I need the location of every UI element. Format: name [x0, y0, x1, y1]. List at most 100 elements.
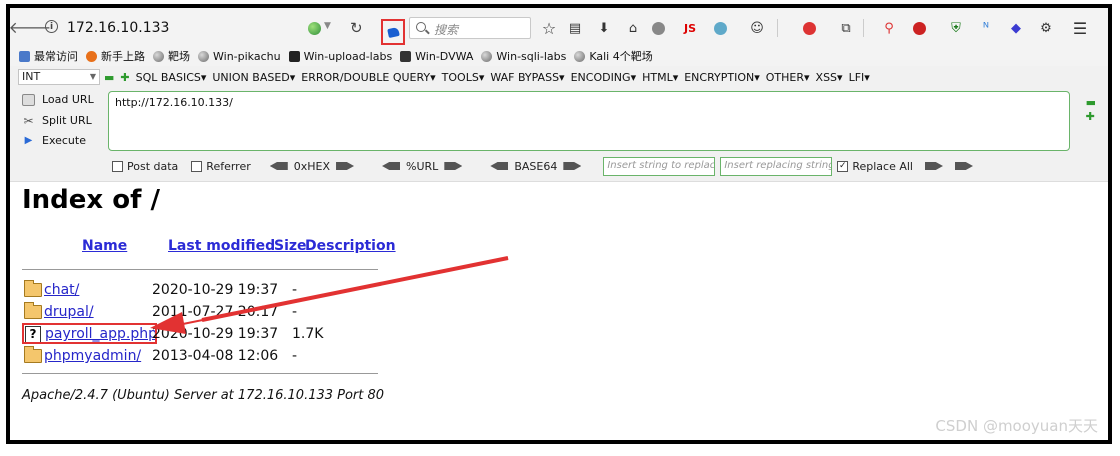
bookmark-item[interactable]: Win-upload-labs	[288, 50, 392, 63]
column-header-description[interactable]: Description	[305, 238, 396, 254]
menu-waf-bypass[interactable]: WAF BYPASS▾	[490, 71, 564, 84]
hackbar-menu-bar: ▬ ✚ SQL BASICS▾ UNION BASED▾ ERROR/DOUBL…	[104, 69, 876, 85]
sql-type-select[interactable]: INT ▼	[18, 69, 100, 85]
reader-list-icon[interactable]: ▤	[567, 20, 583, 36]
hex-encoder: 0xHEX	[264, 160, 360, 173]
wappalyzer-icon[interactable]: ᴺ	[978, 20, 994, 36]
menu-xss[interactable]: XSS▾	[816, 71, 843, 84]
encode-left-arrow-icon[interactable]	[382, 162, 401, 170]
menu-icon[interactable]: ☰	[1072, 19, 1088, 38]
checkbox-checked-icon: ✓	[837, 160, 849, 172]
adblock-icon[interactable]	[911, 20, 927, 36]
encode-left-arrow-icon[interactable]	[490, 162, 509, 170]
menu-html[interactable]: HTML▾	[642, 71, 678, 84]
folder-icon	[24, 346, 42, 363]
replace-all-checkbox[interactable]: ✓ Replace All	[837, 160, 913, 173]
menu-sql-basics[interactable]: SQL BASICS▾	[136, 71, 207, 84]
firefox-icon	[86, 50, 97, 62]
replace-forward-arrow-icon[interactable]	[924, 162, 943, 170]
file-link[interactable]: drupal/	[44, 304, 94, 320]
menu-tools[interactable]: TOOLS▾	[442, 71, 485, 84]
column-header-size[interactable]: Size	[274, 238, 307, 254]
chevron-down-icon: ▼	[89, 72, 96, 81]
globe-icon	[574, 50, 586, 62]
globe-icon[interactable]	[308, 22, 321, 35]
hackbar-url-textarea[interactable]: http://172.16.10.133/	[108, 91, 1070, 151]
hackbar-panel: INT ▼ ▬ ✚ SQL BASICS▾ UNION BASED▾ ERROR/…	[10, 66, 1108, 182]
menu-union-based[interactable]: UNION BASED▾	[212, 71, 295, 84]
file-link[interactable]: chat/	[44, 282, 79, 298]
browser-window: 🡐 i 172.16.10.133 ▼ ↻ 搜索 ☆ ▤ ⬇ ⌂ JS ☺ ⧉ …	[6, 4, 1112, 444]
referrer-checkbox[interactable]: Referrer	[191, 160, 251, 173]
menu-other[interactable]: OTHER▾	[766, 71, 810, 84]
list-item: ? payroll_app.php 2020-10-29 19:37 1.7K	[22, 323, 323, 344]
gear-icon[interactable]: ⚙	[1038, 20, 1054, 36]
back-arrow-icon[interactable]: 🡐	[10, 18, 51, 37]
menu-error-double-query[interactable]: ERROR/DOUBLE QUERY▾	[301, 71, 435, 84]
screenshot-icon[interactable]: ⧉	[838, 20, 854, 36]
encode-left-arrow-icon[interactable]	[269, 162, 288, 170]
divider	[22, 373, 378, 374]
checkbox-icon	[112, 160, 123, 172]
reload-icon[interactable]: ↻	[350, 19, 363, 37]
globe-icon	[481, 50, 493, 62]
layers-icon[interactable]: ◆	[1008, 20, 1024, 36]
file-date: 2011-07-27 20:17	[152, 304, 279, 320]
decode-right-arrow-icon[interactable]	[563, 162, 582, 170]
js-switch-icon[interactable]: JS	[680, 20, 700, 36]
insert-string-input[interactable]: Insert string to replace	[603, 156, 716, 176]
bookmark-item[interactable]: 靶场	[153, 48, 190, 64]
download-icon[interactable]: ⬇	[596, 20, 612, 36]
menu-encryption[interactable]: ENCRYPTION▾	[684, 71, 760, 84]
globe-icon	[153, 50, 164, 62]
execute-button[interactable]: ▶ Execute	[22, 134, 86, 147]
decode-right-arrow-icon[interactable]	[336, 162, 355, 170]
home-icon[interactable]: ⌂	[625, 20, 641, 36]
replace-back-arrow-icon[interactable]	[955, 162, 973, 170]
bookmark-item[interactable]: Win-pikachu	[198, 50, 281, 63]
load-url-icon	[22, 93, 35, 106]
address-bar[interactable]: 172.16.10.133	[67, 20, 169, 36]
red-extension-icon[interactable]	[801, 20, 817, 36]
post-data-checkbox[interactable]: Post data	[112, 160, 178, 173]
annotation-highlight-box	[22, 323, 157, 344]
bookmark-item[interactable]: 最常访问	[19, 48, 78, 64]
bookmark-item[interactable]: 新手上路	[86, 48, 145, 64]
bookmark-item[interactable]: Kali 4个靶场	[574, 48, 653, 64]
column-header-name[interactable]: Name	[82, 238, 127, 254]
folder-icon	[24, 302, 42, 319]
hackbar-options-row: Post data Referrer 0xHEX %URL BASE64 Ins…	[112, 156, 979, 176]
hackbar-icon	[386, 26, 400, 38]
ghost-extension-icon[interactable]	[650, 20, 666, 36]
bookmark-item[interactable]: Win-sqli-labs	[481, 50, 566, 63]
split-url-button[interactable]: ✂ Split URL	[22, 113, 91, 128]
load-url-button[interactable]: Load URL	[22, 93, 94, 106]
checkbox-icon	[191, 160, 203, 172]
menu-lfi[interactable]: LFI▾	[849, 71, 870, 84]
magnifier-extension-icon[interactable]: ⚲	[881, 20, 897, 36]
search-input[interactable]: 搜索	[409, 17, 531, 39]
file-size: -	[292, 348, 298, 364]
minus-icon[interactable]: ▬	[104, 71, 114, 84]
server-signature: Apache/2.4.7 (Ubuntu) Server at 172.16.1…	[22, 388, 385, 403]
shield-icon[interactable]: ⛨	[948, 20, 964, 36]
cookie-extension-icon[interactable]: ☺	[749, 20, 765, 36]
star-icon[interactable]: ☆	[541, 19, 557, 38]
file-date: 2020-10-29 19:37	[152, 282, 279, 298]
site-info-icon[interactable]: i	[45, 20, 58, 33]
play-icon: ▶	[24, 135, 33, 146]
chevron-down-icon[interactable]: ▼	[324, 21, 331, 31]
watermark: CSDN @mooyuan天天	[935, 417, 1098, 435]
plus-icon[interactable]: ✚	[120, 71, 129, 84]
scissors-icon: ✂	[23, 113, 34, 128]
bookmark-item[interactable]: Win-DVWA	[400, 50, 473, 63]
insert-replacing-input[interactable]: Insert replacing string	[720, 156, 833, 176]
decode-right-arrow-icon[interactable]	[444, 162, 463, 170]
column-header-last-modified[interactable]: Last modified	[168, 238, 275, 254]
resize-controls[interactable]: ▬ ✚	[1086, 96, 1096, 124]
menu-encoding[interactable]: ENCODING▾	[571, 71, 637, 84]
hackbar-toggle-button[interactable]	[381, 19, 405, 45]
file-link[interactable]: phpmyadmin/	[44, 348, 141, 364]
palette-extension-icon[interactable]	[712, 20, 728, 36]
folder-icon	[24, 280, 42, 297]
